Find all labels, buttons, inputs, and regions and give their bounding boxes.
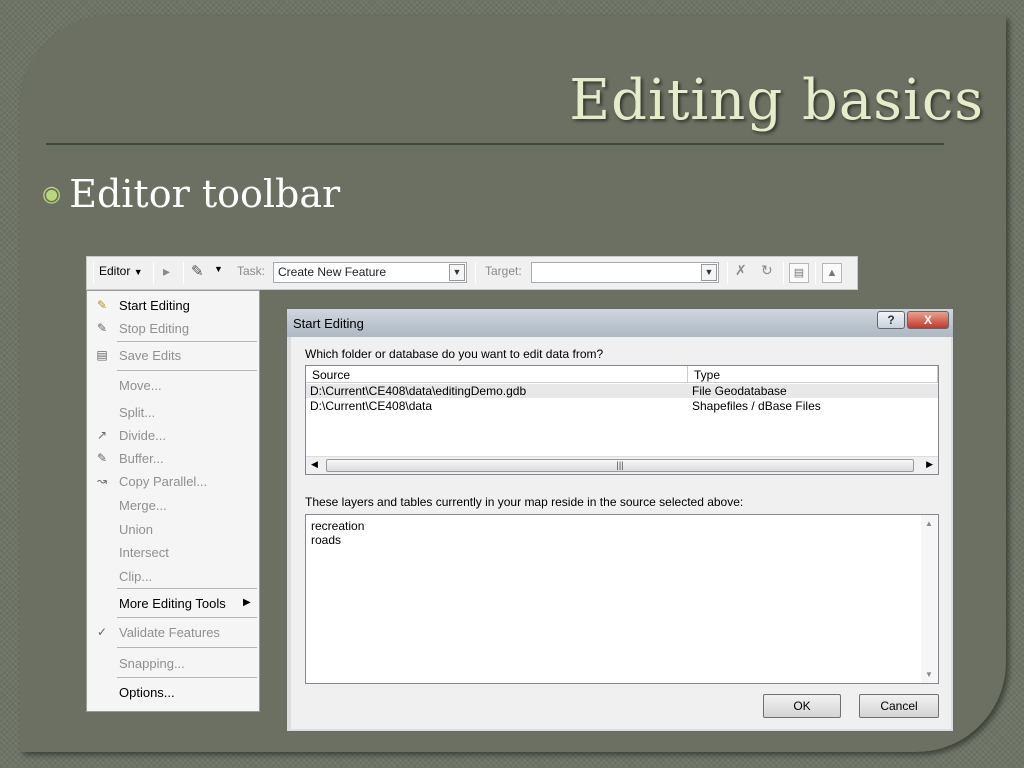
- menu-item-move[interactable]: Move...: [119, 378, 162, 393]
- task-select[interactable]: Create New Feature ▼: [273, 262, 467, 283]
- target-label: Target:: [485, 264, 522, 278]
- toolbar-separator: [815, 262, 816, 284]
- buffer-icon: ✎: [96, 451, 108, 465]
- list-item[interactable]: D:\Current\CE408\data Shapefiles / dBase…: [306, 399, 938, 413]
- editor-menu: ✎ Start Editing ✎ Stop Editing ▤ Save Ed…: [86, 290, 260, 712]
- scroll-down-icon[interactable]: ▼: [925, 670, 933, 679]
- row-source: D:\Current\CE408\data\editingDemo.gdb: [310, 384, 527, 398]
- menu-item-options[interactable]: Options...: [119, 685, 175, 700]
- editor-menu-label: Editor: [99, 264, 131, 278]
- ok-button[interactable]: OK: [763, 694, 841, 718]
- chevron-down-icon[interactable]: ▼: [214, 264, 223, 274]
- menu-item-more-editing-tools[interactable]: More Editing Tools: [119, 596, 226, 611]
- start-editing-dialog: Start Editing ? X Which folder or databa…: [286, 308, 954, 732]
- chevron-down-icon: ▼: [449, 264, 465, 281]
- menu-separator: [117, 617, 257, 618]
- rotate-icon[interactable]: ↻: [761, 262, 773, 279]
- menu-separator: [117, 677, 257, 678]
- split-icon[interactable]: ✗: [735, 262, 747, 279]
- row-source: D:\Current\CE408\data: [310, 399, 433, 413]
- dialog-title: Start Editing: [287, 309, 953, 337]
- bullet-item: ◉ Editor toolbar: [42, 172, 340, 216]
- task-label: Task:: [237, 264, 266, 278]
- menu-item-union[interactable]: Union: [119, 522, 153, 537]
- source-list[interactable]: Source Type D:\Current\CE408\data\editin…: [305, 365, 939, 475]
- title-divider: [46, 143, 944, 145]
- scroll-right-icon[interactable]: ▶: [926, 459, 933, 470]
- toolbar-separator: [153, 262, 154, 284]
- validate-features-icon: ✓: [96, 625, 108, 639]
- editor-menu-button[interactable]: Editor ▼: [99, 264, 143, 278]
- toolbar-separator: [727, 262, 728, 284]
- toolbar-grip: [93, 262, 94, 284]
- menu-item-save-edits[interactable]: Save Edits: [119, 348, 181, 363]
- save-edits-icon: ▤: [96, 348, 108, 362]
- task-value: Create New Feature: [278, 265, 387, 279]
- editor-toolbar: Editor ▼ ▸ ✎ ▼ Task: Create New Feature …: [86, 256, 858, 290]
- menu-separator: [117, 588, 257, 589]
- menu-separator: [117, 370, 257, 371]
- row-type: Shapefiles / dBase Files: [692, 399, 821, 413]
- layer-item: recreation: [311, 519, 365, 533]
- close-button[interactable]: X: [907, 311, 949, 329]
- vertical-scrollbar[interactable]: ▲ ▼: [921, 515, 938, 683]
- menu-item-clip[interactable]: Clip...: [119, 569, 152, 584]
- scroll-thumb[interactable]: |||: [326, 459, 914, 472]
- toolbar-separator: [475, 262, 476, 284]
- column-header-type[interactable]: Type: [688, 366, 938, 383]
- menu-item-split[interactable]: Split...: [119, 405, 155, 420]
- bullet-icon: ◉: [42, 181, 62, 207]
- sketch-properties-icon[interactable]: ▲: [822, 263, 842, 283]
- scroll-left-icon[interactable]: ◀: [311, 459, 318, 470]
- row-type: File Geodatabase: [692, 384, 787, 398]
- menu-item-copy-parallel[interactable]: Copy Parallel...: [119, 474, 207, 489]
- chevron-down-icon: ▼: [701, 264, 717, 281]
- slide-title: Editing basics: [569, 68, 984, 133]
- sketch-pencil-icon[interactable]: ✎: [191, 262, 204, 280]
- stop-editing-icon: ✎: [96, 321, 108, 335]
- dialog-body: Which folder or database do you want to …: [291, 337, 951, 729]
- column-header-source[interactable]: Source: [306, 366, 688, 383]
- layers-prompt: These layers and tables currently in you…: [305, 495, 744, 509]
- cancel-button[interactable]: Cancel: [859, 694, 939, 718]
- bullet-text: Editor toolbar: [69, 172, 341, 216]
- layer-item: roads: [311, 533, 342, 547]
- toolbar-separator: [183, 262, 184, 284]
- scroll-up-icon[interactable]: ▲: [925, 519, 933, 528]
- divide-icon: ↗: [96, 428, 108, 442]
- help-button[interactable]: ?: [877, 311, 905, 329]
- menu-separator: [117, 341, 257, 342]
- menu-item-buffer[interactable]: Buffer...: [119, 451, 164, 466]
- start-editing-icon: ✎: [96, 298, 108, 312]
- layers-list[interactable]: recreation roads ▲ ▼: [305, 514, 939, 684]
- chevron-down-icon: ▼: [133, 267, 143, 277]
- attributes-icon[interactable]: ▤: [789, 263, 809, 283]
- menu-item-stop-editing[interactable]: Stop Editing: [119, 321, 189, 336]
- list-item[interactable]: D:\Current\CE408\data\editingDemo.gdb Fi…: [306, 384, 938, 398]
- menu-item-intersect[interactable]: Intersect: [119, 545, 169, 560]
- menu-item-snapping[interactable]: Snapping...: [119, 656, 185, 671]
- horizontal-scrollbar[interactable]: ◀ ||| ▶: [306, 456, 938, 474]
- menu-item-merge[interactable]: Merge...: [119, 498, 167, 513]
- source-prompt: Which folder or database do you want to …: [305, 347, 604, 361]
- toolbar-separator: [783, 262, 784, 284]
- copy-parallel-icon: ↝: [96, 474, 108, 488]
- menu-separator: [117, 647, 257, 648]
- target-select[interactable]: ▼: [531, 262, 719, 283]
- menu-item-divide[interactable]: Divide...: [119, 428, 166, 443]
- select-arrow-icon[interactable]: ▸: [163, 263, 170, 280]
- menu-item-validate-features[interactable]: Validate Features: [119, 625, 220, 640]
- menu-item-start-editing[interactable]: Start Editing: [119, 298, 190, 313]
- chevron-right-icon: ▶: [243, 597, 251, 608]
